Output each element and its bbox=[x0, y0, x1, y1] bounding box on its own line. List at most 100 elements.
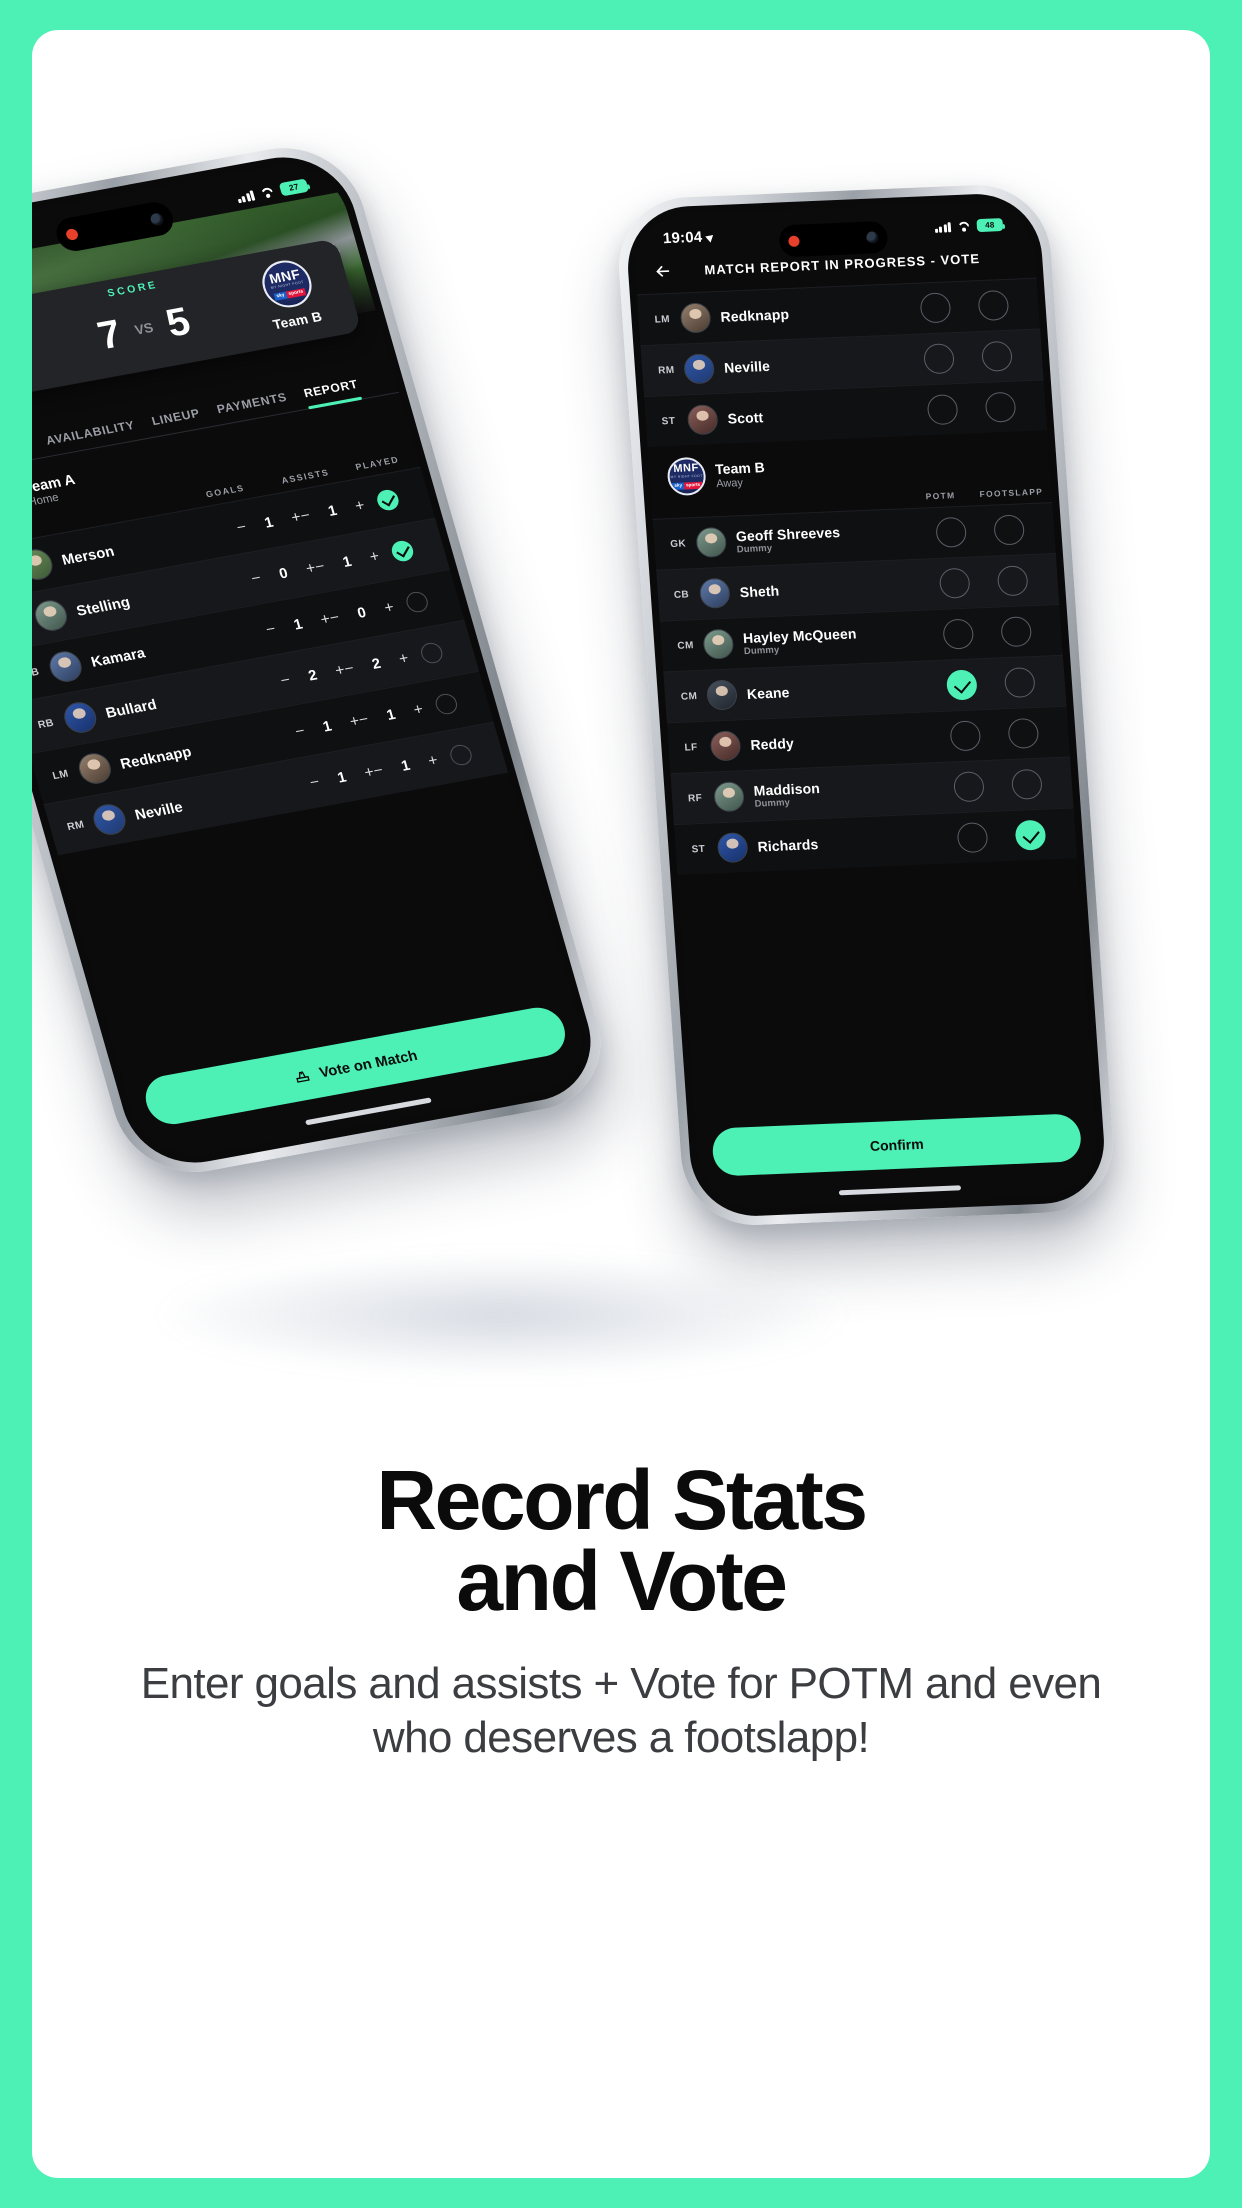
radio-icon bbox=[1007, 717, 1040, 750]
avatar bbox=[32, 597, 71, 634]
crest-sky-text: sky bbox=[672, 482, 685, 490]
goals-stepper[interactable]: − 2 + bbox=[278, 661, 347, 690]
player-name: Neville bbox=[723, 357, 771, 376]
played-toggle[interactable] bbox=[434, 741, 487, 770]
player-name: Hayley McQueen Dummy bbox=[742, 622, 930, 657]
phones-stage: 17:24 27 bbox=[32, 30, 1210, 1370]
potm-toggle[interactable] bbox=[925, 567, 985, 599]
potm-toggle[interactable] bbox=[935, 720, 995, 752]
confirm-label: Confirm bbox=[869, 1135, 925, 1155]
avatar bbox=[713, 781, 746, 813]
back-arrow-icon[interactable] bbox=[653, 261, 674, 282]
assists-stepper[interactable]: − 1 + bbox=[357, 700, 426, 729]
played-toggle[interactable] bbox=[405, 639, 458, 668]
home-score: 7 bbox=[92, 311, 127, 358]
battery-level: 27 bbox=[287, 181, 300, 193]
team-b-side: Away bbox=[715, 476, 744, 490]
crest-sports-text: sports bbox=[683, 481, 703, 490]
radio-icon bbox=[938, 567, 971, 599]
player-position: LM bbox=[654, 313, 671, 326]
headline-line-2: and Vote bbox=[456, 1533, 788, 1628]
assists-value: 1 bbox=[399, 756, 412, 774]
vs-label: VS bbox=[132, 319, 156, 338]
potm-toggle[interactable] bbox=[913, 393, 973, 426]
goals-stepper[interactable]: − 0 + bbox=[249, 559, 318, 588]
player-position: RB bbox=[36, 716, 56, 731]
marketing-copy: Record Stats and Vote Enter goals and as… bbox=[32, 1453, 1210, 1765]
player-position: RM bbox=[657, 364, 675, 377]
footslapp-toggle[interactable] bbox=[990, 666, 1050, 699]
footslapp-toggle[interactable] bbox=[1000, 819, 1060, 851]
signal-bars-icon bbox=[235, 189, 256, 203]
played-toggle[interactable] bbox=[420, 690, 473, 719]
played-toggle[interactable] bbox=[391, 588, 444, 617]
footslapp-toggle[interactable] bbox=[979, 514, 1039, 546]
recording-dot-icon bbox=[788, 235, 800, 247]
signal-bars-icon bbox=[934, 221, 952, 233]
radio-icon bbox=[926, 394, 959, 426]
footslapp-toggle[interactable] bbox=[967, 340, 1027, 372]
right-phone-screen: 19:04 48 MATCH REPORT IN PROGRESS - VOTE… bbox=[631, 198, 1101, 1212]
radio-icon bbox=[956, 822, 989, 854]
player-position: CB bbox=[673, 588, 690, 601]
assists-value: 1 bbox=[384, 705, 398, 723]
goals-value: 1 bbox=[291, 615, 305, 633]
avatar bbox=[716, 832, 749, 864]
potm-toggle[interactable] bbox=[921, 516, 981, 548]
potm-toggle[interactable] bbox=[942, 821, 1002, 854]
player-name: Neville bbox=[132, 798, 185, 823]
potm-toggle[interactable] bbox=[909, 343, 969, 375]
goals-stepper[interactable]: − 1 + bbox=[264, 610, 333, 639]
avatar bbox=[60, 699, 100, 736]
headline: Record Stats and Vote bbox=[102, 1453, 1140, 1628]
player-name: Redknapp bbox=[720, 306, 790, 325]
assists-stepper[interactable]: − 1 + bbox=[298, 496, 367, 525]
footslapp-toggle[interactable] bbox=[986, 615, 1046, 648]
radio-icon bbox=[977, 289, 1010, 322]
potm-toggle[interactable] bbox=[905, 292, 965, 324]
footslapp-toggle[interactable] bbox=[997, 768, 1057, 800]
goals-stepper[interactable]: − 1 + bbox=[293, 712, 362, 741]
goals-stepper[interactable]: − 1 + bbox=[307, 763, 376, 792]
radio-icon bbox=[922, 343, 956, 375]
player-subtitle: Dummy bbox=[736, 542, 773, 555]
avatar bbox=[709, 730, 742, 762]
assists-stepper[interactable]: − 2 + bbox=[342, 649, 411, 678]
player-position: CM bbox=[677, 639, 695, 652]
check-icon bbox=[447, 743, 475, 767]
radio-icon bbox=[919, 292, 952, 324]
battery-level: 48 bbox=[984, 219, 995, 230]
player-name: Geoff Shreeves Dummy bbox=[735, 520, 923, 555]
potm-toggle[interactable] bbox=[932, 669, 992, 701]
player-position: LM bbox=[51, 767, 70, 782]
radio-icon bbox=[980, 340, 1014, 372]
home-indicator bbox=[305, 1097, 432, 1126]
goals-stepper[interactable]: − 1 + bbox=[234, 508, 303, 537]
check-icon bbox=[418, 641, 445, 665]
avatar bbox=[702, 628, 735, 660]
footslapp-toggle[interactable] bbox=[963, 289, 1023, 322]
confirm-button[interactable]: Confirm bbox=[711, 1113, 1083, 1177]
wifi-icon bbox=[259, 186, 276, 199]
player-position: CM bbox=[680, 690, 698, 703]
played-toggle[interactable] bbox=[361, 486, 414, 515]
radio-icon bbox=[1000, 616, 1033, 648]
home-team-block: MNF MY NIGHT FOOT sky sports Team A bbox=[32, 307, 48, 390]
played-toggle[interactable] bbox=[376, 537, 429, 566]
assists-stepper[interactable]: − 1 + bbox=[371, 751, 440, 780]
potm-toggle[interactable] bbox=[928, 618, 988, 650]
assists-stepper[interactable]: − 0 + bbox=[327, 598, 396, 627]
potm-toggle[interactable] bbox=[939, 771, 999, 803]
radio-icon bbox=[1010, 768, 1043, 800]
headline-line-1: Record Stats bbox=[376, 1453, 868, 1547]
footslapp-toggle[interactable] bbox=[983, 565, 1043, 597]
crest-subtitle: MY NIGHT FOOT bbox=[670, 474, 703, 480]
assists-stepper[interactable]: − 1 + bbox=[313, 547, 382, 576]
team-crest-icon: MNF MY NIGHT FOOT sky sports bbox=[666, 456, 707, 497]
goals-value: 0 bbox=[276, 564, 290, 582]
footslapp-toggle[interactable] bbox=[971, 391, 1031, 423]
right-phone-bezel: 19:04 48 MATCH REPORT IN PROGRESS - VOTE… bbox=[623, 191, 1109, 1219]
crest-sky-sports-logo: sky sports bbox=[273, 287, 307, 301]
vote-on-match-button[interactable]: Vote on Match bbox=[139, 1003, 571, 1129]
footslapp-toggle[interactable] bbox=[993, 717, 1053, 750]
